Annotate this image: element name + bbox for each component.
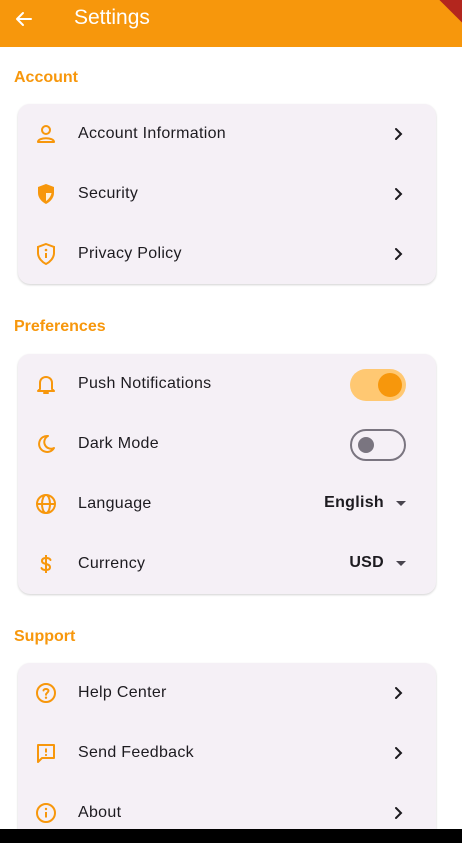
privacy-shield-icon: [34, 242, 58, 266]
settings-item-security[interactable]: Security: [18, 164, 436, 224]
dropdown-arrow-icon: [396, 560, 406, 566]
dark-mode-toggle[interactable]: [350, 429, 406, 461]
preferences-card: Push Notifications Dark Mode Language En…: [18, 354, 436, 594]
settings-item-label: Security: [78, 185, 139, 202]
settings-item-dark-mode[interactable]: Dark Mode: [18, 414, 436, 474]
settings-item-help-center[interactable]: Help Center: [18, 663, 436, 723]
settings-item-push-notifications[interactable]: Push Notifications: [18, 354, 436, 414]
language-dropdown[interactable]: English: [324, 494, 406, 512]
currency-value: USD: [349, 554, 384, 571]
section-header-support: Support: [14, 628, 76, 645]
page-title: Settings: [74, 6, 150, 29]
settings-item-label: Account Information: [78, 125, 226, 142]
chevron-right-icon: [395, 687, 403, 699]
chevron-right-icon: [395, 747, 403, 759]
help-circle-icon: [34, 681, 58, 705]
settings-item-label: Language: [78, 495, 152, 512]
section-header-preferences: Preferences: [14, 318, 106, 335]
settings-item-language[interactable]: Language English: [18, 474, 436, 534]
support-card: Help Center Send Feedback About: [18, 663, 436, 829]
dollar-icon: [34, 552, 58, 576]
feedback-icon: [34, 741, 58, 765]
language-value: English: [324, 494, 384, 511]
settings-item-send-feedback[interactable]: Send Feedback: [18, 723, 436, 783]
settings-item-about[interactable]: About: [18, 783, 436, 829]
settings-item-privacy-policy[interactable]: Privacy Policy: [18, 224, 436, 284]
chevron-right-icon: [395, 128, 403, 140]
settings-item-currency[interactable]: Currency USD: [18, 534, 436, 594]
chevron-right-icon: [395, 188, 403, 200]
chevron-right-icon: [395, 807, 403, 819]
settings-item-label: Dark Mode: [78, 435, 159, 452]
info-icon: [34, 801, 58, 825]
person-outline-icon: [34, 122, 58, 146]
settings-item-label: Help Center: [78, 684, 167, 701]
chevron-right-icon: [395, 248, 403, 260]
globe-icon: [34, 492, 58, 516]
section-header-account: Account: [14, 69, 78, 86]
arrow-left-icon: [16, 12, 32, 26]
settings-screen: Settings Account Account Information Sec…: [0, 0, 462, 829]
moon-icon: [34, 432, 58, 456]
settings-item-label: Send Feedback: [78, 744, 194, 761]
bell-icon: [34, 372, 58, 396]
back-button[interactable]: [10, 5, 38, 33]
toggle-knob: [358, 437, 374, 453]
app-bar: Settings: [0, 0, 462, 47]
currency-dropdown[interactable]: USD: [349, 554, 406, 572]
debug-banner: [427, 0, 462, 30]
toggle-knob: [378, 373, 402, 397]
settings-item-label: Privacy Policy: [78, 245, 182, 262]
dropdown-arrow-icon: [396, 500, 406, 506]
settings-item-label: Push Notifications: [78, 375, 212, 392]
shield-icon: [34, 182, 58, 206]
account-card: Account Information Security Privacy Pol…: [18, 104, 436, 284]
settings-item-label: About: [78, 804, 122, 821]
settings-item-account-information[interactable]: Account Information: [18, 104, 436, 164]
push-notifications-toggle[interactable]: [350, 369, 406, 401]
settings-item-label: Currency: [78, 555, 146, 572]
